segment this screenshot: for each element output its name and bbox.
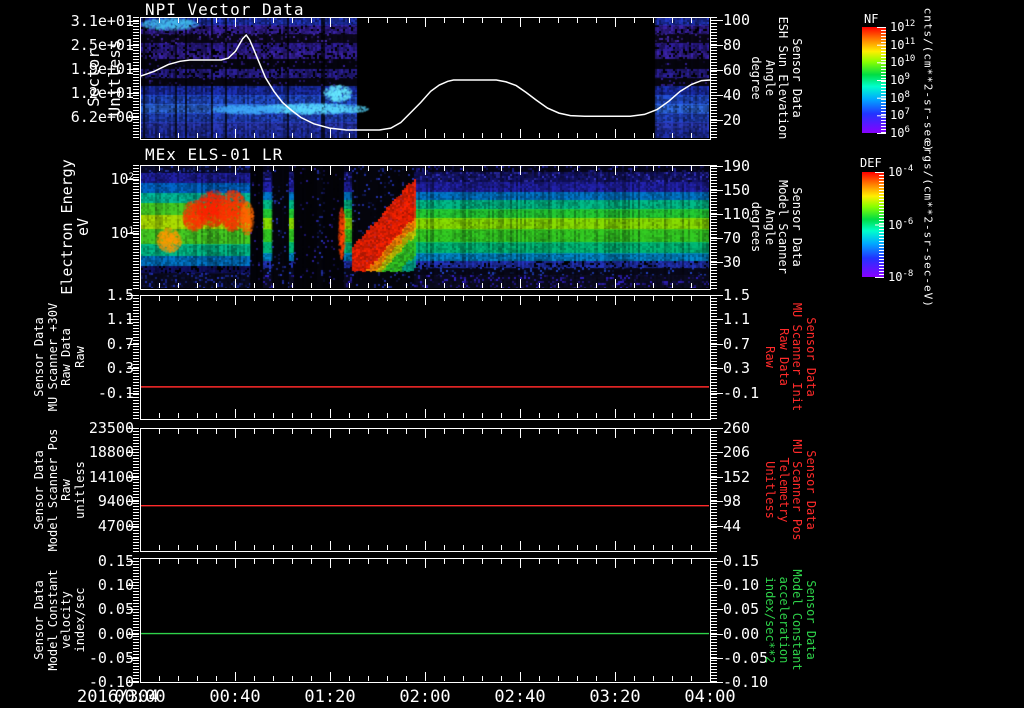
panel-frame: [140, 165, 711, 290]
panel-frame: [140, 558, 711, 683]
axes-overlay: [127, 17, 886, 683]
panel-frame: [140, 295, 711, 420]
plot-figure: NPI Vector Data MEx ELS-01 LR 2016/304 N…: [0, 0, 1024, 708]
panel-frame: [140, 428, 711, 552]
sun-elevation-angle-line: [139, 33, 711, 131]
panel-frame: [140, 17, 711, 140]
